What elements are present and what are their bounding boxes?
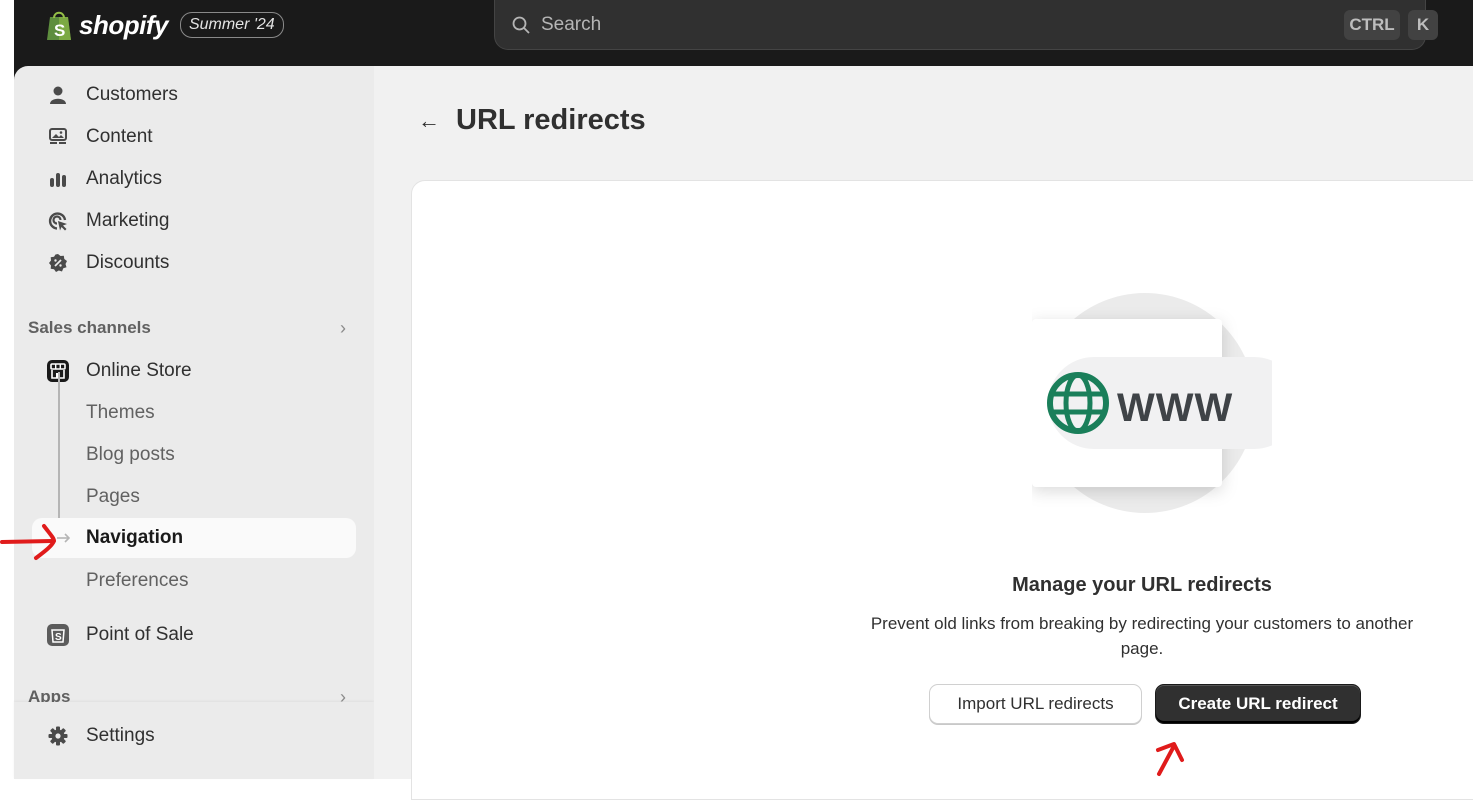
arrow-right-icon bbox=[52, 526, 76, 550]
chevron-right-icon: › bbox=[340, 317, 346, 338]
apps-section[interactable]: Apps › bbox=[14, 686, 374, 703]
sidebar-item-label: Preferences bbox=[86, 570, 189, 591]
target-icon bbox=[46, 209, 70, 233]
sidebar-item-label: Settings bbox=[86, 725, 155, 746]
sidebar-item-online-store[interactable]: Online Store bbox=[32, 351, 356, 391]
svg-text:S: S bbox=[55, 632, 62, 643]
sidebar-item-label: Discounts bbox=[86, 252, 170, 273]
import-url-redirects-button[interactable]: Import URL redirects bbox=[929, 684, 1142, 724]
sidebar-item-point-of-sale[interactable]: S Point of Sale bbox=[32, 615, 356, 655]
sidebar-item-analytics[interactable]: Analytics bbox=[32, 159, 356, 199]
sidebar-item-label: Blog posts bbox=[86, 444, 175, 465]
sidebar-subitem-navigation[interactable]: Navigation bbox=[32, 518, 356, 558]
sidebar-item-label: Analytics bbox=[86, 168, 163, 189]
illustration-www-text: WWW bbox=[1117, 386, 1234, 430]
sidebar-item-label: Online Store bbox=[86, 360, 192, 381]
chevron-right-icon: › bbox=[340, 686, 346, 703]
brand-name: shopify bbox=[79, 9, 168, 40]
sidebar-item-label: Themes bbox=[86, 402, 155, 423]
create-url-redirect-button[interactable]: Create URL redirect bbox=[1155, 684, 1361, 724]
bar-chart-icon bbox=[46, 167, 70, 191]
sidebar-subitem-themes[interactable]: Themes bbox=[32, 393, 356, 433]
edition-badge[interactable]: Summer '24 bbox=[179, 12, 284, 38]
search-bar[interactable]: Search CTRL K bbox=[494, 0, 1438, 50]
sidebar-item-settings[interactable]: Settings bbox=[32, 716, 356, 756]
app-frame: S shopify Summer '24 Search CTRL K Custo… bbox=[14, 0, 1473, 800]
search-placeholder: Search bbox=[541, 13, 602, 35]
main-content: ← URL redirects WWW Manage your URL redi… bbox=[374, 66, 1473, 800]
shortcut-key-k: K bbox=[1408, 10, 1438, 40]
back-arrow-icon[interactable]: ← bbox=[418, 108, 442, 134]
section-label: Sales channels bbox=[28, 318, 151, 337]
shortcut-key-ctrl: CTRL bbox=[1344, 10, 1400, 40]
empty-state-card: WWW Manage your URL redirects Prevent ol… bbox=[411, 180, 1473, 800]
discount-icon bbox=[46, 251, 70, 275]
content-icon bbox=[46, 125, 70, 149]
sidebar-item-label: Customers bbox=[86, 84, 178, 105]
sidebar-item-customers[interactable]: Customers bbox=[32, 75, 356, 115]
empty-state-title: Manage your URL redirects bbox=[1012, 574, 1272, 596]
search-icon bbox=[511, 15, 531, 35]
page-header: ← URL redirects bbox=[418, 104, 646, 137]
sidebar-item-label: Point of Sale bbox=[86, 624, 194, 645]
sidebar-item-content[interactable]: Content bbox=[32, 117, 356, 157]
sidebar-item-label: Content bbox=[86, 126, 153, 147]
top-bar: S shopify Summer '24 Search CTRL K bbox=[14, 0, 1473, 66]
sidebar-item-label: Marketing bbox=[86, 210, 170, 231]
sidebar-item-discounts[interactable]: Discounts bbox=[32, 243, 356, 283]
sales-channels-header[interactable]: Sales channels › bbox=[28, 313, 346, 343]
url-redirect-illustration: WWW bbox=[1032, 293, 1300, 533]
sidebar-subitem-pages[interactable]: Pages bbox=[32, 477, 356, 517]
shopify-logo[interactable]: S shopify Summer '24 bbox=[44, 8, 284, 42]
gear-icon bbox=[46, 724, 70, 748]
section-label: Apps bbox=[28, 687, 71, 702]
page-title: URL redirects bbox=[456, 104, 646, 136]
sidebar-item-marketing[interactable]: Marketing bbox=[32, 201, 356, 241]
settings-footer: Settings bbox=[14, 702, 374, 779]
empty-state-description: Prevent old links from breaking by redir… bbox=[870, 614, 1414, 658]
sidebar: Customers Content Analytics Marketing Di… bbox=[14, 66, 374, 779]
shopify-bag-icon: S bbox=[44, 9, 74, 42]
pos-icon: S bbox=[46, 623, 70, 647]
sidebar-item-label: Navigation bbox=[86, 527, 184, 548]
sidebar-subitem-preferences[interactable]: Preferences bbox=[32, 561, 356, 601]
svg-text:S: S bbox=[54, 21, 65, 40]
sidebar-subitem-blog-posts[interactable]: Blog posts bbox=[32, 435, 356, 475]
apps-header[interactable]: Apps › bbox=[28, 686, 346, 703]
sidebar-item-label: Pages bbox=[86, 486, 140, 507]
person-icon bbox=[46, 83, 70, 107]
